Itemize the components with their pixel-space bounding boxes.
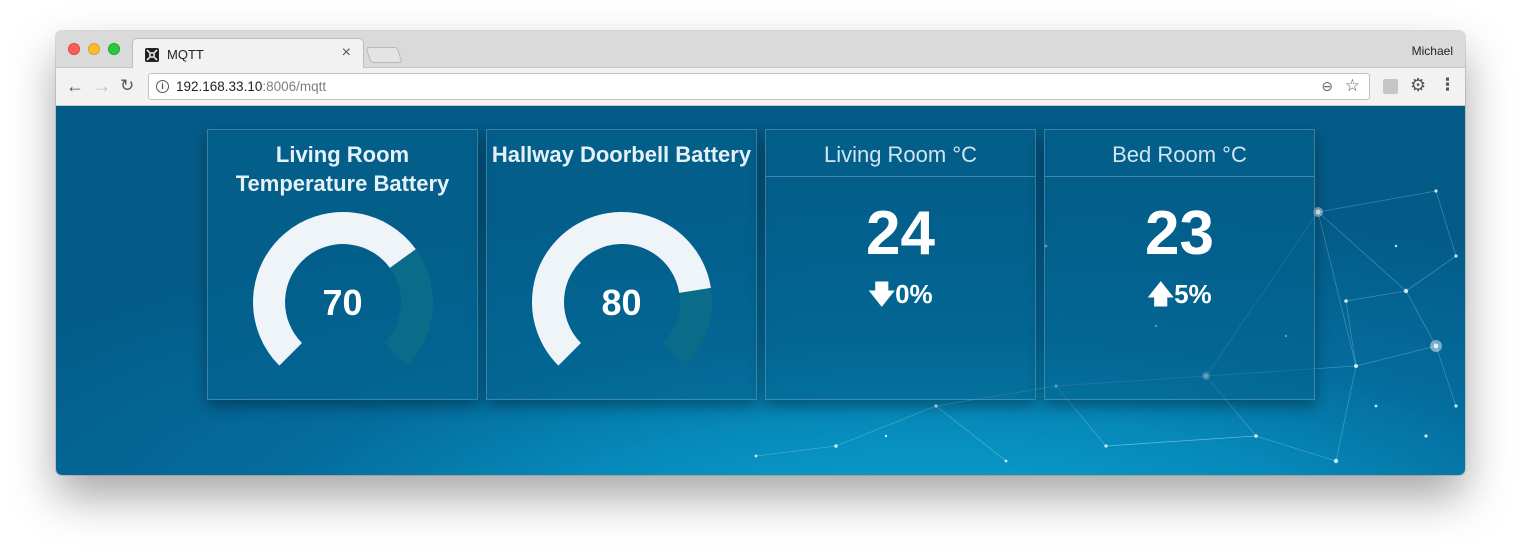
close-window-button[interactable] [68, 43, 80, 55]
browser-window: MQTT × Michael ← → ↻ i 192.168.33.10:800… [56, 31, 1465, 475]
sensor-title: Bed Room °C [1112, 142, 1247, 167]
gear-icon[interactable]: ⚙ [1410, 75, 1426, 96]
browser-toolbar: ← → ↻ i 192.168.33.10:8006/mqtt ⊖ ☆ ⚙ ⋮ [56, 68, 1465, 106]
sensor-value: 23 [1145, 199, 1214, 268]
title-bar: MQTT × Michael [56, 31, 1465, 69]
divider [1045, 176, 1314, 177]
info-icon[interactable]: i [156, 80, 169, 93]
sensor-tile-living-room-temperature[interactable]: Living Room °C 24 🡇0% [765, 129, 1036, 400]
sensor-value: 24 [866, 199, 935, 268]
trend-percent: 5% [1174, 279, 1212, 309]
profile-name[interactable]: Michael [1412, 44, 1453, 58]
back-arrow-icon[interactable]: ← [66, 77, 84, 95]
url-path: :8006/mqtt [262, 79, 327, 94]
minimize-window-button[interactable] [88, 43, 100, 55]
divider [766, 176, 1035, 177]
battery-gauge [532, 212, 712, 366]
trend-percent: 0% [895, 279, 933, 309]
arrow-down-icon: 🡇 [868, 279, 896, 309]
browser-tab[interactable]: MQTT × [132, 38, 364, 69]
sensor-tile-bed-room-temperature[interactable]: Bed Room °C 23 🡅5% [1044, 129, 1315, 400]
menu-icon[interactable]: ⋮ [1439, 75, 1456, 95]
extension-icon[interactable] [1383, 79, 1398, 94]
arrow-up-icon: 🡅 [1147, 279, 1175, 309]
url-text[interactable]: 192.168.33.10:8006/mqtt [176, 79, 326, 94]
gauge-value: 80 [601, 282, 642, 323]
bookmark-star-icon[interactable]: ☆ [1345, 76, 1360, 96]
sensor-trend: 🡅5% [1045, 279, 1314, 309]
zoom-icon[interactable]: ⊖ [1321, 78, 1333, 95]
zoom-window-button[interactable] [108, 43, 120, 55]
dashboard: Living Room Temperature Battery 70 Hallw… [56, 106, 1465, 475]
address-bar[interactable]: i 192.168.33.10:8006/mqtt ⊖ ☆ [148, 73, 1370, 100]
new-tab-button[interactable] [365, 47, 403, 63]
forward-arrow-icon[interactable]: → [93, 77, 111, 95]
tab-close-icon[interactable]: × [342, 44, 351, 62]
battery-gauge [253, 212, 433, 366]
gauge-tile-living-room-battery[interactable]: Living Room Temperature Battery 70 [207, 129, 478, 400]
gauge-value: 70 [322, 282, 363, 323]
url-host: 192.168.33.10 [176, 79, 263, 94]
reload-icon[interactable]: ↻ [120, 77, 134, 95]
tab-title: MQTT [167, 47, 204, 62]
favicon-icon [145, 48, 159, 62]
sensor-trend: 🡇0% [766, 279, 1035, 309]
sensor-title: Living Room °C [823, 142, 978, 167]
gauge-tile-hallway-doorbell-battery[interactable]: Hallway Doorbell Battery 80 [486, 129, 757, 400]
